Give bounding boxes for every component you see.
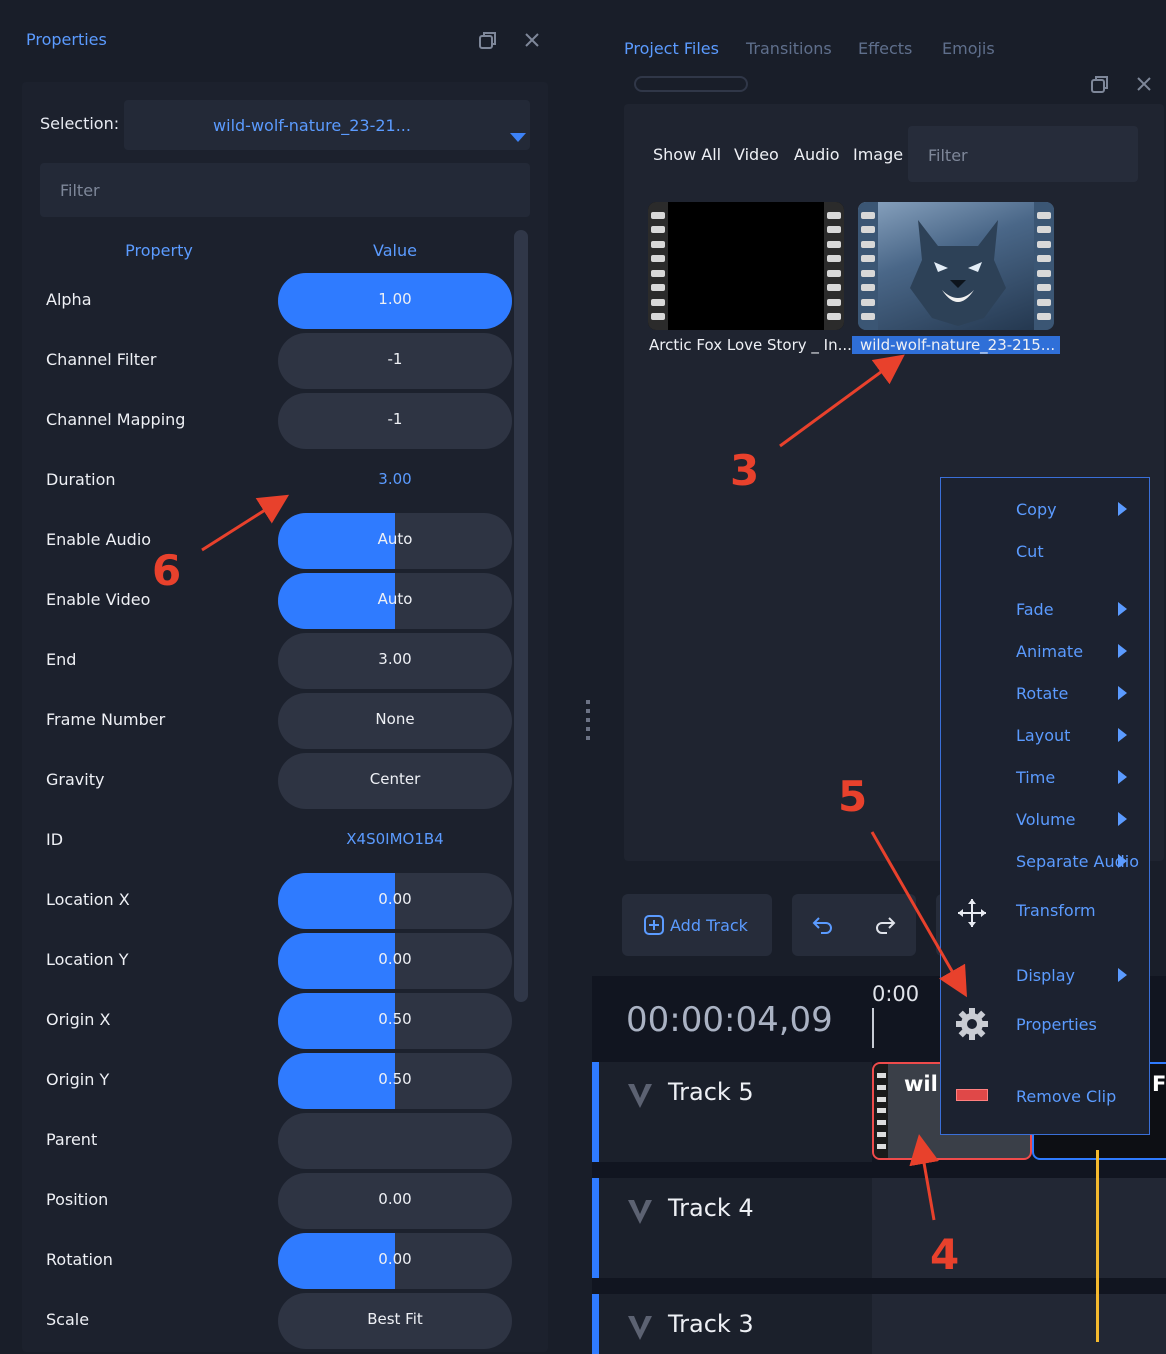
annotation-arrows <box>201 354 967 1221</box>
annotation-5: 5 <box>838 772 868 821</box>
annotation-arrow-5 <box>870 831 967 998</box>
annotation-arrow-3 <box>779 354 905 448</box>
annotation-arrow-4 <box>909 1134 939 1221</box>
annotation-6: 6 <box>152 546 182 595</box>
annotation-4: 4 <box>930 1230 960 1279</box>
annotation-arrow-6 <box>201 494 290 552</box>
annotation-3: 3 <box>730 446 760 495</box>
